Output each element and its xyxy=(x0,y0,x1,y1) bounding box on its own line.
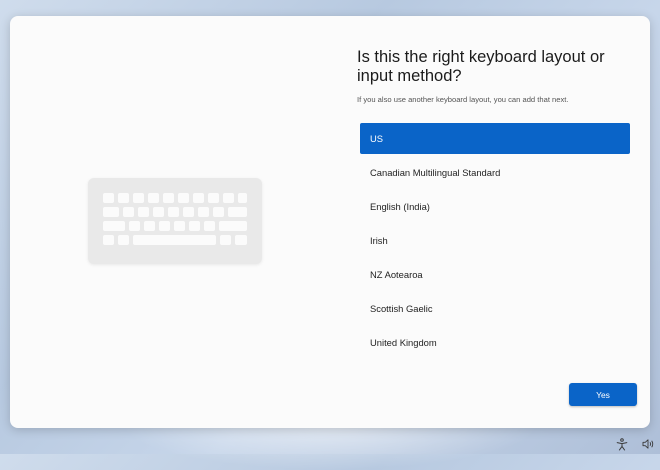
accessibility-icon[interactable] xyxy=(614,437,630,451)
layout-option-label: Scottish Gaelic xyxy=(370,303,433,314)
setup-card: Is this the right keyboard layout or inp… xyxy=(10,16,650,428)
layout-option-irish[interactable]: Irish xyxy=(360,225,630,256)
layout-option-nz-aotearoa[interactable]: NZ Aotearoa xyxy=(360,259,630,290)
layout-option-united-kingdom[interactable]: United Kingdom xyxy=(360,327,630,358)
keyboard-layout-list: US Canadian Multilingual Standard Englis… xyxy=(360,123,630,361)
layout-option-english-india[interactable]: English (India) xyxy=(360,191,630,222)
keyboard-illustration xyxy=(88,178,262,264)
volume-icon[interactable] xyxy=(640,437,656,451)
layout-option-canadian-multilingual[interactable]: Canadian Multilingual Standard xyxy=(360,157,630,188)
layout-option-label: United Kingdom xyxy=(370,337,437,348)
layout-option-label: NZ Aotearoa xyxy=(370,269,423,280)
yes-button[interactable]: Yes xyxy=(569,383,637,406)
layout-option-us[interactable]: US xyxy=(360,123,630,154)
layout-option-label: Canadian Multilingual Standard xyxy=(370,167,501,178)
page-title: Is this the right keyboard layout or inp… xyxy=(357,48,605,85)
layout-option-label: Irish xyxy=(370,235,388,246)
layout-option-label: US xyxy=(370,133,384,144)
page-subtitle: If you also use another keyboard layout,… xyxy=(357,95,569,104)
layout-option-scottish-gaelic[interactable]: Scottish Gaelic xyxy=(360,293,630,324)
layout-option-label: English (India) xyxy=(370,201,430,212)
